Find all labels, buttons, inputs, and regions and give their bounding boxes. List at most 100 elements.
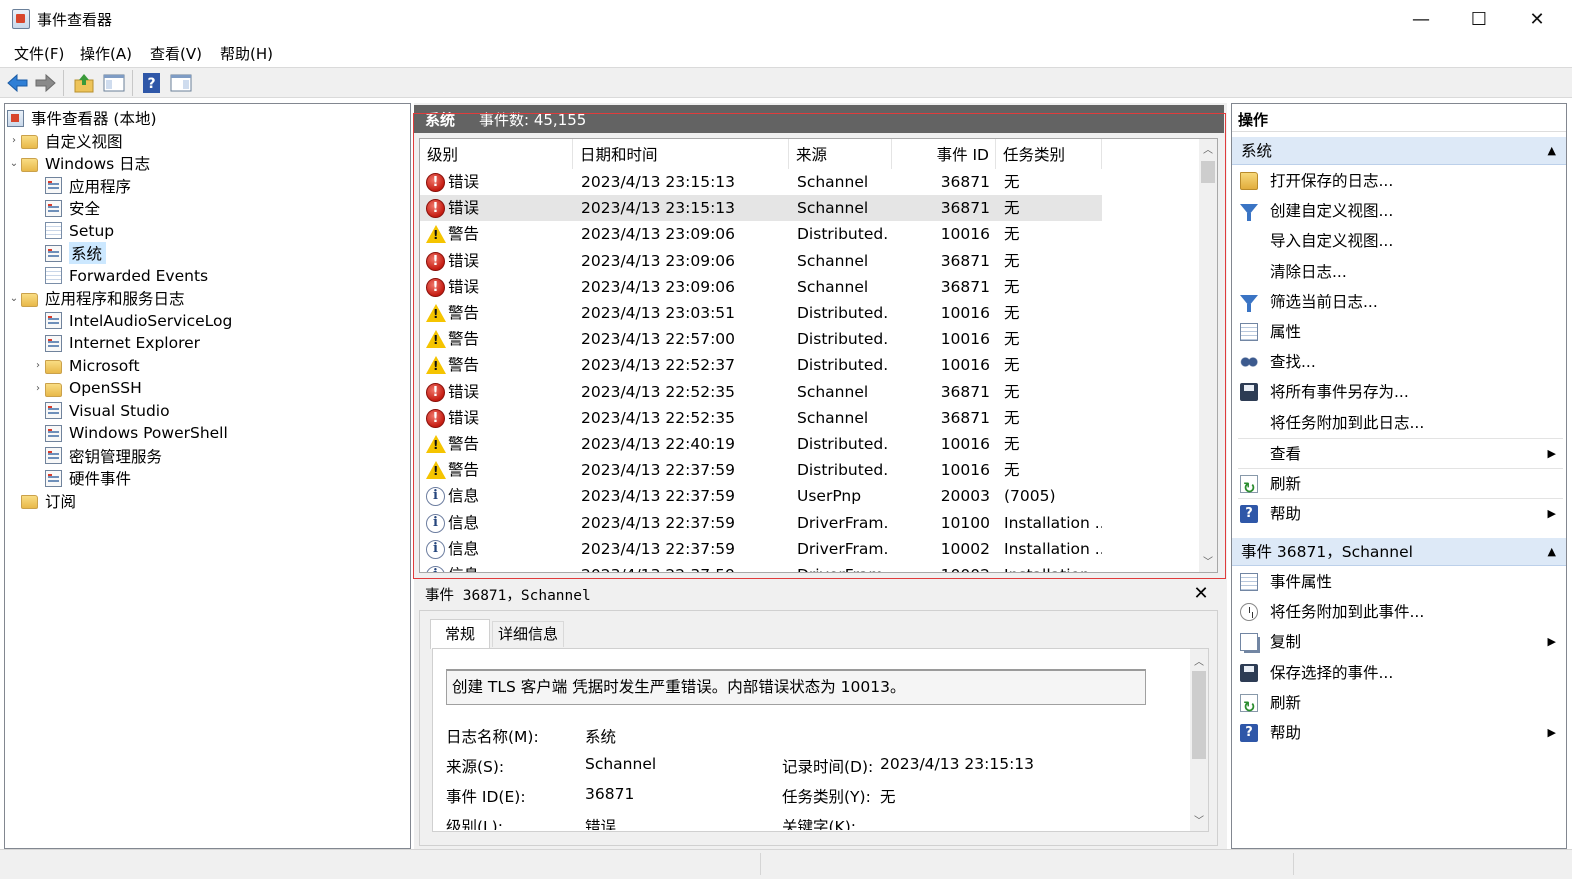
task-category-value: 无 bbox=[880, 788, 896, 806]
action-section1-8[interactable]: 将任务附加到此日志... bbox=[1232, 408, 1566, 438]
action-label: 事件属性 bbox=[1270, 573, 1333, 591]
tree-item-hardware-events[interactable]: 硬件事件 bbox=[7, 467, 407, 490]
action-section2-0[interactable]: 事件属性 bbox=[1232, 567, 1566, 597]
up-folder-button[interactable] bbox=[72, 72, 96, 94]
status-bar bbox=[0, 849, 1572, 879]
action-section2-2[interactable]: 复制 ▶ bbox=[1232, 627, 1566, 657]
tree-item-security[interactable]: 安全 bbox=[7, 197, 407, 220]
tree-item-label: Forwarded Events bbox=[69, 266, 209, 285]
tree-item-application[interactable]: 应用程序 bbox=[7, 175, 407, 198]
tree-item-forwarded-events[interactable]: Forwarded Events bbox=[7, 265, 407, 288]
action-section2-4[interactable]: 刷新 bbox=[1232, 688, 1566, 722]
tree-item-system[interactable]: 系统 bbox=[7, 242, 407, 265]
tree-item-visual-studio[interactable]: Visual Studio bbox=[7, 400, 407, 423]
actions-section-event[interactable]: 事件 36871，Schannel ▲ bbox=[1232, 538, 1566, 566]
log-icon bbox=[45, 199, 62, 217]
action-label: 查看 bbox=[1270, 444, 1302, 463]
action-section1-3[interactable]: 清除日志... bbox=[1232, 257, 1566, 287]
back-icon bbox=[7, 73, 28, 93]
log-icon bbox=[45, 402, 62, 420]
back-button[interactable] bbox=[6, 72, 30, 94]
menu-action[interactable]: 操作(A) bbox=[80, 43, 132, 64]
chevron-right-icon[interactable]: › bbox=[31, 383, 45, 394]
log-icon bbox=[45, 244, 62, 262]
window-title: 事件查看器 bbox=[37, 11, 113, 29]
tree-item-internet-explorer[interactable]: Internet Explorer bbox=[7, 332, 407, 355]
detail-scrollbar[interactable]: ︿ ﹀ bbox=[1190, 649, 1208, 831]
logged-label: 记录时间(D): bbox=[782, 758, 874, 776]
close-icon: ✕ bbox=[1529, 9, 1545, 30]
action-section1-5[interactable]: 属性 bbox=[1232, 317, 1566, 347]
maximize-button[interactable]: ☐ bbox=[1450, 0, 1508, 40]
filter-icon bbox=[1240, 204, 1258, 222]
tab-details[interactable]: 详细信息 bbox=[492, 621, 564, 647]
tree-item-intel-audio[interactable]: IntelAudioServiceLog bbox=[7, 310, 407, 333]
collapse-up-icon[interactable]: ▲ bbox=[1548, 137, 1556, 165]
scrollbar-thumb[interactable] bbox=[1192, 671, 1206, 759]
action-section1-1[interactable]: 创建自定义视图... bbox=[1232, 196, 1566, 226]
minimize-button[interactable]: — bbox=[1392, 0, 1450, 40]
chevron-down-icon[interactable]: ⌄ bbox=[7, 158, 21, 169]
show-hide-tree-button[interactable] bbox=[102, 72, 126, 94]
highlight-outline bbox=[413, 113, 1226, 579]
tree-item-microsoft[interactable]: › Microsoft bbox=[7, 355, 407, 378]
event-id-label: 事件 ID(E): bbox=[446, 788, 526, 806]
log-icon bbox=[45, 424, 62, 442]
tree-item-custom-views[interactable]: › 自定义视图 bbox=[7, 130, 407, 153]
properties-icon bbox=[1240, 323, 1258, 341]
action-section1-0[interactable]: 打开保存的日志... bbox=[1232, 166, 1566, 196]
keywords-label: 关键字(K): bbox=[782, 818, 856, 830]
tree-item-root[interactable]: 事件查看器 (本地) bbox=[7, 107, 407, 130]
action-section2-1[interactable]: 将任务附加到此事件... bbox=[1232, 597, 1566, 627]
tree-item-windows-logs[interactable]: ⌄ Windows 日志 bbox=[7, 152, 407, 175]
tree-item-windows-powershell[interactable]: Windows PowerShell bbox=[7, 422, 407, 445]
chevron-right-icon[interactable]: › bbox=[7, 135, 21, 146]
menu-file[interactable]: 文件(F) bbox=[14, 43, 64, 64]
menu-view[interactable]: 查看(V) bbox=[150, 43, 202, 64]
tab-general[interactable]: 常规 bbox=[430, 619, 490, 649]
folder-icon bbox=[45, 382, 62, 397]
tree-item-label: 自定义视图 bbox=[45, 132, 123, 151]
submenu-arrow-icon: ▶ bbox=[1547, 635, 1556, 649]
menu-help[interactable]: 帮助(H) bbox=[220, 43, 273, 64]
detail-close-button[interactable]: ✕ bbox=[1192, 583, 1210, 605]
action-section2-3[interactable]: 保存选择的事件... bbox=[1232, 658, 1566, 688]
tree-item-openssh[interactable]: › OpenSSH bbox=[7, 377, 407, 400]
help-button[interactable]: ? bbox=[140, 72, 164, 94]
tree-item-label: 应用程序和服务日志 bbox=[45, 290, 185, 309]
show-hide-tree-icon bbox=[103, 74, 125, 92]
actions-section-system[interactable]: 系统 ▲ bbox=[1232, 137, 1566, 165]
source-value: Schannel bbox=[585, 755, 657, 773]
close-button[interactable]: ✕ bbox=[1508, 0, 1566, 40]
tree-item-label: Internet Explorer bbox=[69, 334, 201, 353]
refresh-icon bbox=[1240, 473, 1258, 503]
action-section1-7[interactable]: 将所有事件另存为... bbox=[1232, 377, 1566, 407]
chevron-down-icon[interactable]: ⌄ bbox=[7, 293, 21, 304]
action-section1-9[interactable]: 查看 ▶ bbox=[1232, 439, 1566, 469]
navigation-tree: 事件查看器 (本地) › 自定义视图 ⌄ Windows 日志 应用程序 安全 … bbox=[7, 107, 407, 512]
log-icon bbox=[45, 334, 62, 352]
action-section1-10[interactable]: 刷新 bbox=[1232, 469, 1566, 503]
action-section1-6[interactable]: 查找... bbox=[1232, 347, 1566, 377]
svg-text:?: ? bbox=[147, 76, 155, 92]
tree-item-key-management[interactable]: 密钥管理服务 bbox=[7, 445, 407, 468]
action-label: 创建自定义视图... bbox=[1270, 202, 1394, 221]
action-section1-4[interactable]: 筛选当前日志... bbox=[1232, 287, 1566, 317]
title-bar bbox=[0, 0, 1572, 40]
scroll-down-icon[interactable]: ﹀ bbox=[1190, 812, 1208, 827]
action-section2-5[interactable]: 帮助 ▶ bbox=[1232, 718, 1566, 748]
action-section1-2[interactable]: 导入自定义视图... bbox=[1232, 226, 1566, 256]
scroll-up-icon[interactable]: ︿ bbox=[1190, 653, 1208, 668]
event-description[interactable]: 创建 TLS 客户端 凭据时发生严重错误。内部错误状态为 10013。 bbox=[446, 669, 1146, 705]
tree-item-label: Microsoft bbox=[69, 356, 140, 375]
submenu-arrow-icon: ▶ bbox=[1547, 726, 1556, 739]
tree-item-subscriptions[interactable]: 订阅 bbox=[7, 490, 407, 513]
tree-item-app-service-logs[interactable]: ⌄ 应用程序和服务日志 bbox=[7, 287, 407, 310]
chevron-right-icon[interactable]: › bbox=[31, 360, 45, 371]
tree-item-setup[interactable]: Setup bbox=[7, 220, 407, 243]
action-section1-11[interactable]: 帮助 ▶ bbox=[1232, 499, 1566, 529]
collapse-up-icon[interactable]: ▲ bbox=[1548, 538, 1556, 566]
show-hide-action-pane-button[interactable] bbox=[169, 72, 193, 94]
folder-icon bbox=[45, 360, 62, 375]
forward-button[interactable] bbox=[33, 72, 57, 94]
